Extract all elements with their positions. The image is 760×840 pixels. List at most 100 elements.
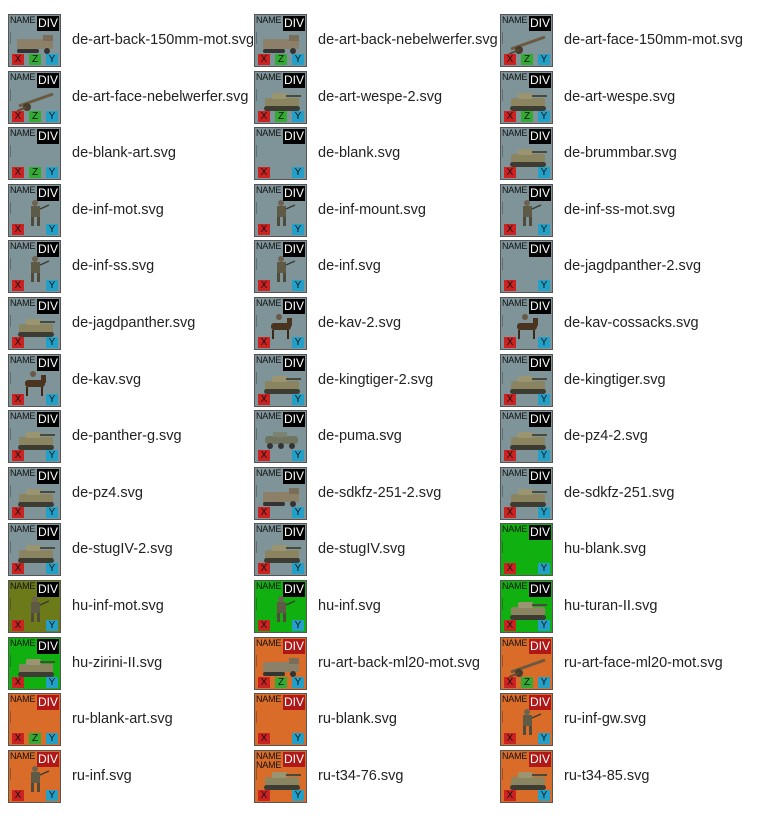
file-item[interactable]: NAME DIV X Y de-brummbar.svg (500, 127, 760, 181)
counter-x-box: X (258, 563, 270, 575)
unit-art-icon (264, 375, 301, 394)
file-item[interactable]: NAME DIV X Y ru-t34-85.svg (500, 749, 760, 804)
file-name-label: de-inf-mot.svg (72, 201, 164, 218)
file-item[interactable]: NAME NAME DIV X Y ru-t34-76.svg (254, 749, 498, 804)
counter-y-box: Y (46, 280, 58, 292)
file-item[interactable]: NAME DIV X Y de-inf-ss.svg (8, 240, 253, 294)
file-item[interactable]: NAME DIV X Y de-sdkfz-251-2.svg (254, 466, 498, 521)
file-item[interactable]: NAME DIV X Y de-pz4.svg (8, 466, 253, 521)
counter-name-text: NAME (10, 184, 36, 195)
file-name-label: de-kingtiger.svg (564, 371, 666, 388)
file-item[interactable]: NAME DIV X Y de-panther-g.svg (8, 410, 253, 464)
file-item[interactable]: NAME DIV X Y de-kingtiger-2.svg (254, 353, 498, 408)
file-name-label: ru-art-back-ml20-mot.svg (318, 654, 480, 671)
counter-y-box: Y (538, 450, 550, 462)
counter-x-box: X (258, 450, 270, 462)
file-item[interactable]: NAME DIV X Y de-inf-mount.svg (254, 183, 498, 238)
counter-thumbnail: NAME DIV X Y (8, 353, 61, 407)
file-item[interactable]: NAME DIV X Y de-stugIV.svg (254, 523, 498, 577)
file-item[interactable]: NAME DIV X Z Y de-art-face-nebelwerfer.s… (8, 70, 253, 125)
file-item[interactable]: NAME DIV X Y hu-zirini-II.svg (8, 636, 253, 691)
file-item[interactable]: NAME DIV X Y de-puma.svg (254, 410, 498, 464)
file-item[interactable]: NAME DIV X Y hu-turan-II.svg (500, 580, 760, 634)
unit-art-icon (263, 35, 299, 54)
counter-name-text: NAME (10, 637, 36, 648)
counter-thumbnail: NAME DIV X Z Y (8, 14, 61, 67)
file-item[interactable]: NAME DIV X Y de-inf-mot.svg (8, 183, 253, 238)
counter-y-box: Y (538, 280, 550, 292)
file-item[interactable]: NAME DIV X Y ru-inf.svg (8, 749, 253, 804)
file-item[interactable]: NAME DIV X Y hu-inf.svg (254, 580, 498, 634)
counter-x-box: X (12, 110, 24, 122)
unit-art-icon (25, 370, 46, 396)
counter-thumbnail: NAME DIV X Z Y (500, 70, 553, 124)
counter-thumbnail: NAME DIV X Y (500, 580, 553, 633)
file-item[interactable]: NAME DIV X Y de-blank.svg (254, 127, 498, 181)
counter-y-box: Y (292, 789, 304, 801)
file-item[interactable]: NAME DIV X Z Y de-blank-art.svg (8, 127, 253, 181)
file-item[interactable]: NAME DIV X Z Y ru-art-face-ml20-mot.svg (500, 636, 760, 691)
file-item[interactable]: NAME DIV X Y de-inf.svg (254, 240, 498, 294)
file-name-label: de-art-back-150mm-mot.svg (72, 32, 253, 48)
counter-x-box: X (12, 563, 24, 575)
counter-thumbnail: NAME DIV X Y (500, 240, 553, 294)
file-item[interactable]: NAME DIV X Y ru-inf-gw.svg (500, 693, 760, 747)
counter-y-box: Y (538, 620, 550, 631)
file-item[interactable]: NAME DIV X Y ru-blank.svg (254, 693, 498, 747)
file-item[interactable]: NAME DIV X Y hu-blank.svg (500, 523, 760, 577)
file-item[interactable]: NAME DIV X Y de-kingtiger.svg (500, 353, 760, 408)
counter-name-text: NAME (256, 241, 282, 252)
counter-thumbnail: NAME DIV X Y (500, 410, 553, 464)
counter-name-text: NAME (256, 128, 282, 139)
counter-z-box: Z (29, 733, 41, 745)
file-item[interactable]: NAME DIV X Y de-jagdpanther.svg (8, 297, 253, 351)
file-item[interactable]: NAME DIV X Z Y ru-blank-art.svg (8, 693, 253, 747)
counter-thumbnail: NAME DIV X Y (8, 749, 61, 803)
counter-x-box: X (12, 280, 24, 292)
file-item[interactable]: NAME DIV X Y de-kav-2.svg (254, 297, 498, 351)
counter-x-box: X (504, 393, 516, 405)
file-item[interactable]: NAME DIV X Y de-stugIV-2.svg (8, 523, 253, 577)
counter-name-text: NAME (502, 467, 528, 478)
file-item[interactable]: NAME DIV X Z Y de-art-wespe-2.svg (254, 70, 498, 125)
file-name-label: ru-blank.svg (318, 711, 397, 728)
file-item[interactable]: NAME DIV X Y de-inf-ss-mot.svg (500, 183, 760, 238)
file-item[interactable]: NAME DIV X Y de-kav.svg (8, 353, 253, 408)
counter-thumbnail: NAME DIV X Y (254, 523, 307, 577)
file-item[interactable]: NAME DIV X Z Y de-art-back-nebelwerfer.s… (254, 14, 498, 68)
file-name-label: de-blank-art.svg (72, 145, 176, 162)
file-item[interactable]: NAME DIV X Z Y ru-art-back-ml20-mot.svg (254, 636, 498, 691)
unit-art-icon (505, 538, 550, 566)
unit-art-icon (264, 771, 301, 790)
counter-name-text: NAME (10, 524, 36, 535)
counter-y-box: Y (46, 337, 58, 348)
counter-y-box: Y (538, 789, 550, 801)
file-item[interactable]: NAME DIV X Z Y de-art-face-150mm-mot.svg (500, 14, 760, 68)
file-item[interactable]: NAME DIV X Y de-pz4-2.svg (500, 410, 760, 464)
counter-name-text: NAME (502, 637, 528, 648)
counter-z-box: Z (275, 676, 287, 688)
unit-art-icon (17, 35, 53, 54)
file-name-label: ru-t34-76.svg (318, 767, 404, 784)
unit-art-icon (510, 375, 547, 394)
file-item[interactable]: NAME DIV X Y de-sdkfz-251.svg (500, 466, 760, 521)
counter-name-text: NAME (10, 467, 36, 478)
file-item[interactable]: NAME DIV X Y de-kav-cossacks.svg (500, 297, 760, 351)
counter-x-box: X (504, 167, 516, 179)
unit-art-icon (13, 142, 58, 170)
counter-name-text: NAME (502, 241, 528, 252)
counter-y-box: Y (46, 223, 58, 235)
counter-y-box: Y (46, 167, 58, 179)
counter-y-box: Y (538, 506, 550, 518)
file-item[interactable]: NAME DIV X Y hu-inf-mot.svg (8, 580, 253, 634)
file-item[interactable]: NAME DIV X Z Y de-art-wespe.svg (500, 70, 760, 125)
counter-name-text: NAME (10, 411, 36, 422)
unit-art-icon (517, 314, 538, 339)
counter-thumbnail: NAME DIV X Y (8, 240, 61, 294)
file-item[interactable]: NAME DIV X Y de-jagdpanther-2.svg (500, 240, 760, 294)
unit-art-icon (263, 487, 299, 507)
file-name-label: de-inf-ss.svg (72, 258, 155, 275)
unit-art-icon (259, 708, 304, 736)
file-item[interactable]: NAME DIV X Z Y de-art-back-150mm-mot.svg (8, 14, 253, 68)
file-name-label: de-kav-cossacks.svg (564, 315, 699, 331)
